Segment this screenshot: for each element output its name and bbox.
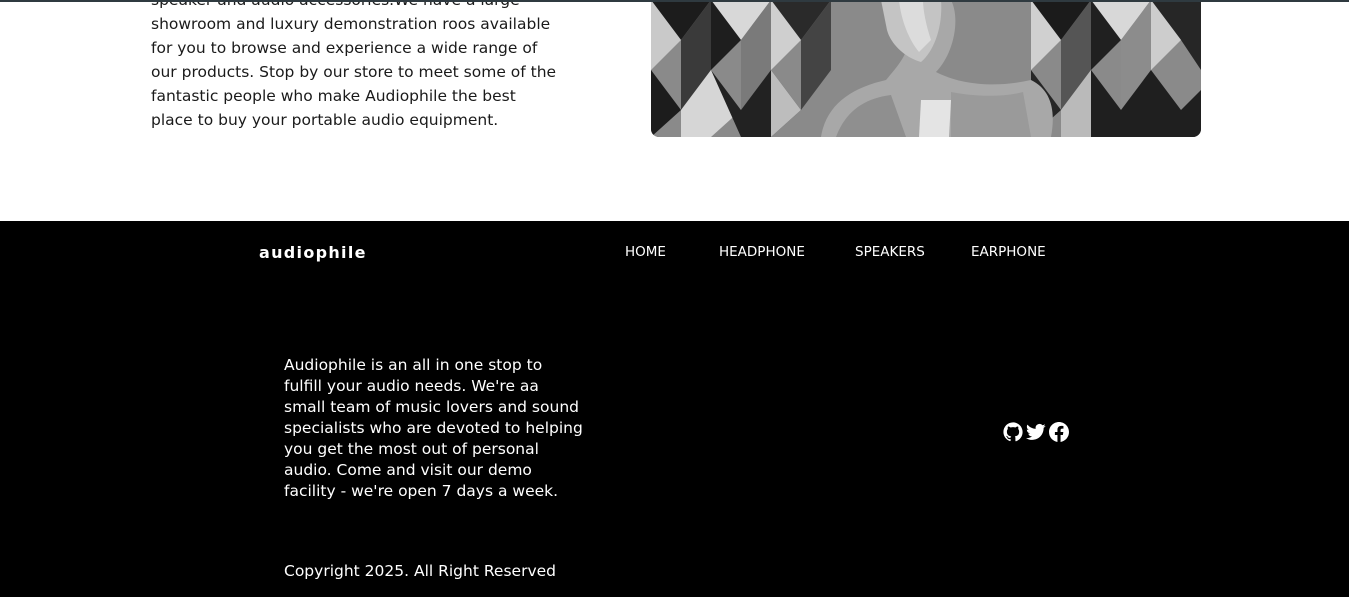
site-footer: audiophile HOME HEADPHONE SPEAKERS EARPH… xyxy=(0,221,1349,597)
person-photo xyxy=(651,0,1201,137)
github-icon[interactable] xyxy=(1003,422,1023,442)
about-paragraph: speaker and audio accessories.We have a … xyxy=(151,0,557,129)
footer-description: Audiophile is an all in one stop to fulf… xyxy=(284,356,583,500)
nav-link-home[interactable]: HOME xyxy=(625,244,666,260)
twitter-icon[interactable] xyxy=(1026,422,1046,442)
facebook-icon[interactable] xyxy=(1049,422,1069,442)
nav-link-earphone[interactable]: EARPHONE xyxy=(971,244,1046,260)
social-links xyxy=(1003,422,1069,442)
copyright-text: Copyright 2025. All Right Reserved xyxy=(284,562,556,580)
nav-link-speakers[interactable]: SPEAKERS xyxy=(855,244,925,260)
nav-link-headphone[interactable]: HEADPHONE xyxy=(719,244,805,260)
footer-nav: HOME HEADPHONE SPEAKERS EARPHONE xyxy=(0,244,1349,264)
top-border xyxy=(0,0,1349,2)
